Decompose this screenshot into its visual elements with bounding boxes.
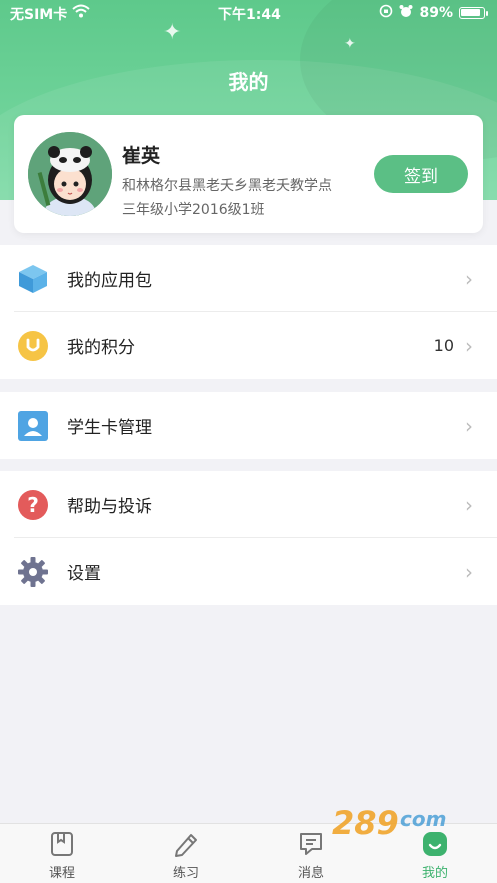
class-name: 三年级小学2016级1班 (122, 202, 265, 218)
page-title: 我的 (228, 70, 269, 94)
menu-item-label: 帮助与投诉 (67, 497, 152, 517)
points-icon (17, 330, 49, 362)
menu-item-points[interactable]: 我的积分 10 › (0, 312, 497, 379)
menu-item-label: 我的积分 (67, 338, 135, 358)
school-name: 和林格尔县黑老夭乡黑老夭教学点 (122, 178, 332, 194)
menu-item-label: 学生卡管理 (67, 418, 152, 438)
book-icon (48, 830, 76, 858)
sparkle-icon: ✦ (163, 20, 182, 45)
rotation-lock-icon (379, 4, 393, 22)
chevron-right-icon: › (465, 333, 473, 358)
cube-icon (17, 263, 49, 295)
menu-group-apps: 我的应用包 › 我的积分 10 › (0, 245, 497, 379)
svg-text:?: ? (27, 493, 39, 517)
menu-item-help[interactable]: ? 帮助与投诉 › (0, 471, 497, 538)
help-icon: ? (17, 489, 49, 521)
chevron-right-icon: › (465, 413, 473, 438)
tab-courses[interactable]: 课程 (22, 830, 102, 881)
wifi-icon (72, 4, 90, 22)
student-card-icon (17, 410, 49, 442)
battery-percent: 89% (419, 5, 453, 21)
menu-item-label: 设置 (67, 564, 101, 584)
sparkle-icon: ✦ (344, 36, 356, 52)
menu-item-student-card[interactable]: 学生卡管理 › (0, 392, 497, 459)
menu-item-settings[interactable]: 设置 › (0, 538, 497, 605)
tab-label: 练习 (172, 866, 199, 881)
battery-icon (459, 7, 488, 19)
carrier-label: 无SIM卡 (10, 7, 68, 23)
gear-icon (17, 556, 49, 588)
svg-text:289: 289 (332, 804, 399, 842)
avatar[interactable] (28, 132, 112, 216)
profile-card[interactable]: 崔英 和林格尔县黑老夭乡黑老夭教学点 三年级小学2016级1班 签到 (14, 115, 483, 233)
tab-label: 我的 (421, 866, 448, 881)
chevron-right-icon: › (465, 492, 473, 517)
clock: 下午1:44 (218, 7, 281, 23)
pencil-icon (172, 830, 200, 858)
chevron-right-icon: › (465, 266, 473, 291)
tab-practice[interactable]: 练习 (146, 830, 226, 881)
watermark-logo: 289 com (328, 800, 488, 848)
menu-item-label: 我的应用包 (67, 271, 152, 291)
tab-label: 消息 (297, 866, 324, 881)
status-bar: 无SIM卡 下午1:44 89% (0, 0, 497, 26)
svg-text:com: com (400, 807, 446, 831)
menu-group-support: ? 帮助与投诉 › 设置 › (0, 471, 497, 605)
menu-item-app-package[interactable]: 我的应用包 › (0, 245, 497, 312)
message-icon (297, 830, 325, 858)
checkin-button[interactable]: 签到 (374, 155, 468, 193)
tab-label: 课程 (48, 866, 75, 881)
points-value: 10 (433, 336, 454, 355)
menu-group-card: 学生卡管理 › (0, 392, 497, 459)
alarm-icon (399, 4, 413, 22)
chevron-right-icon: › (465, 559, 473, 584)
user-name: 崔英 (122, 145, 161, 167)
